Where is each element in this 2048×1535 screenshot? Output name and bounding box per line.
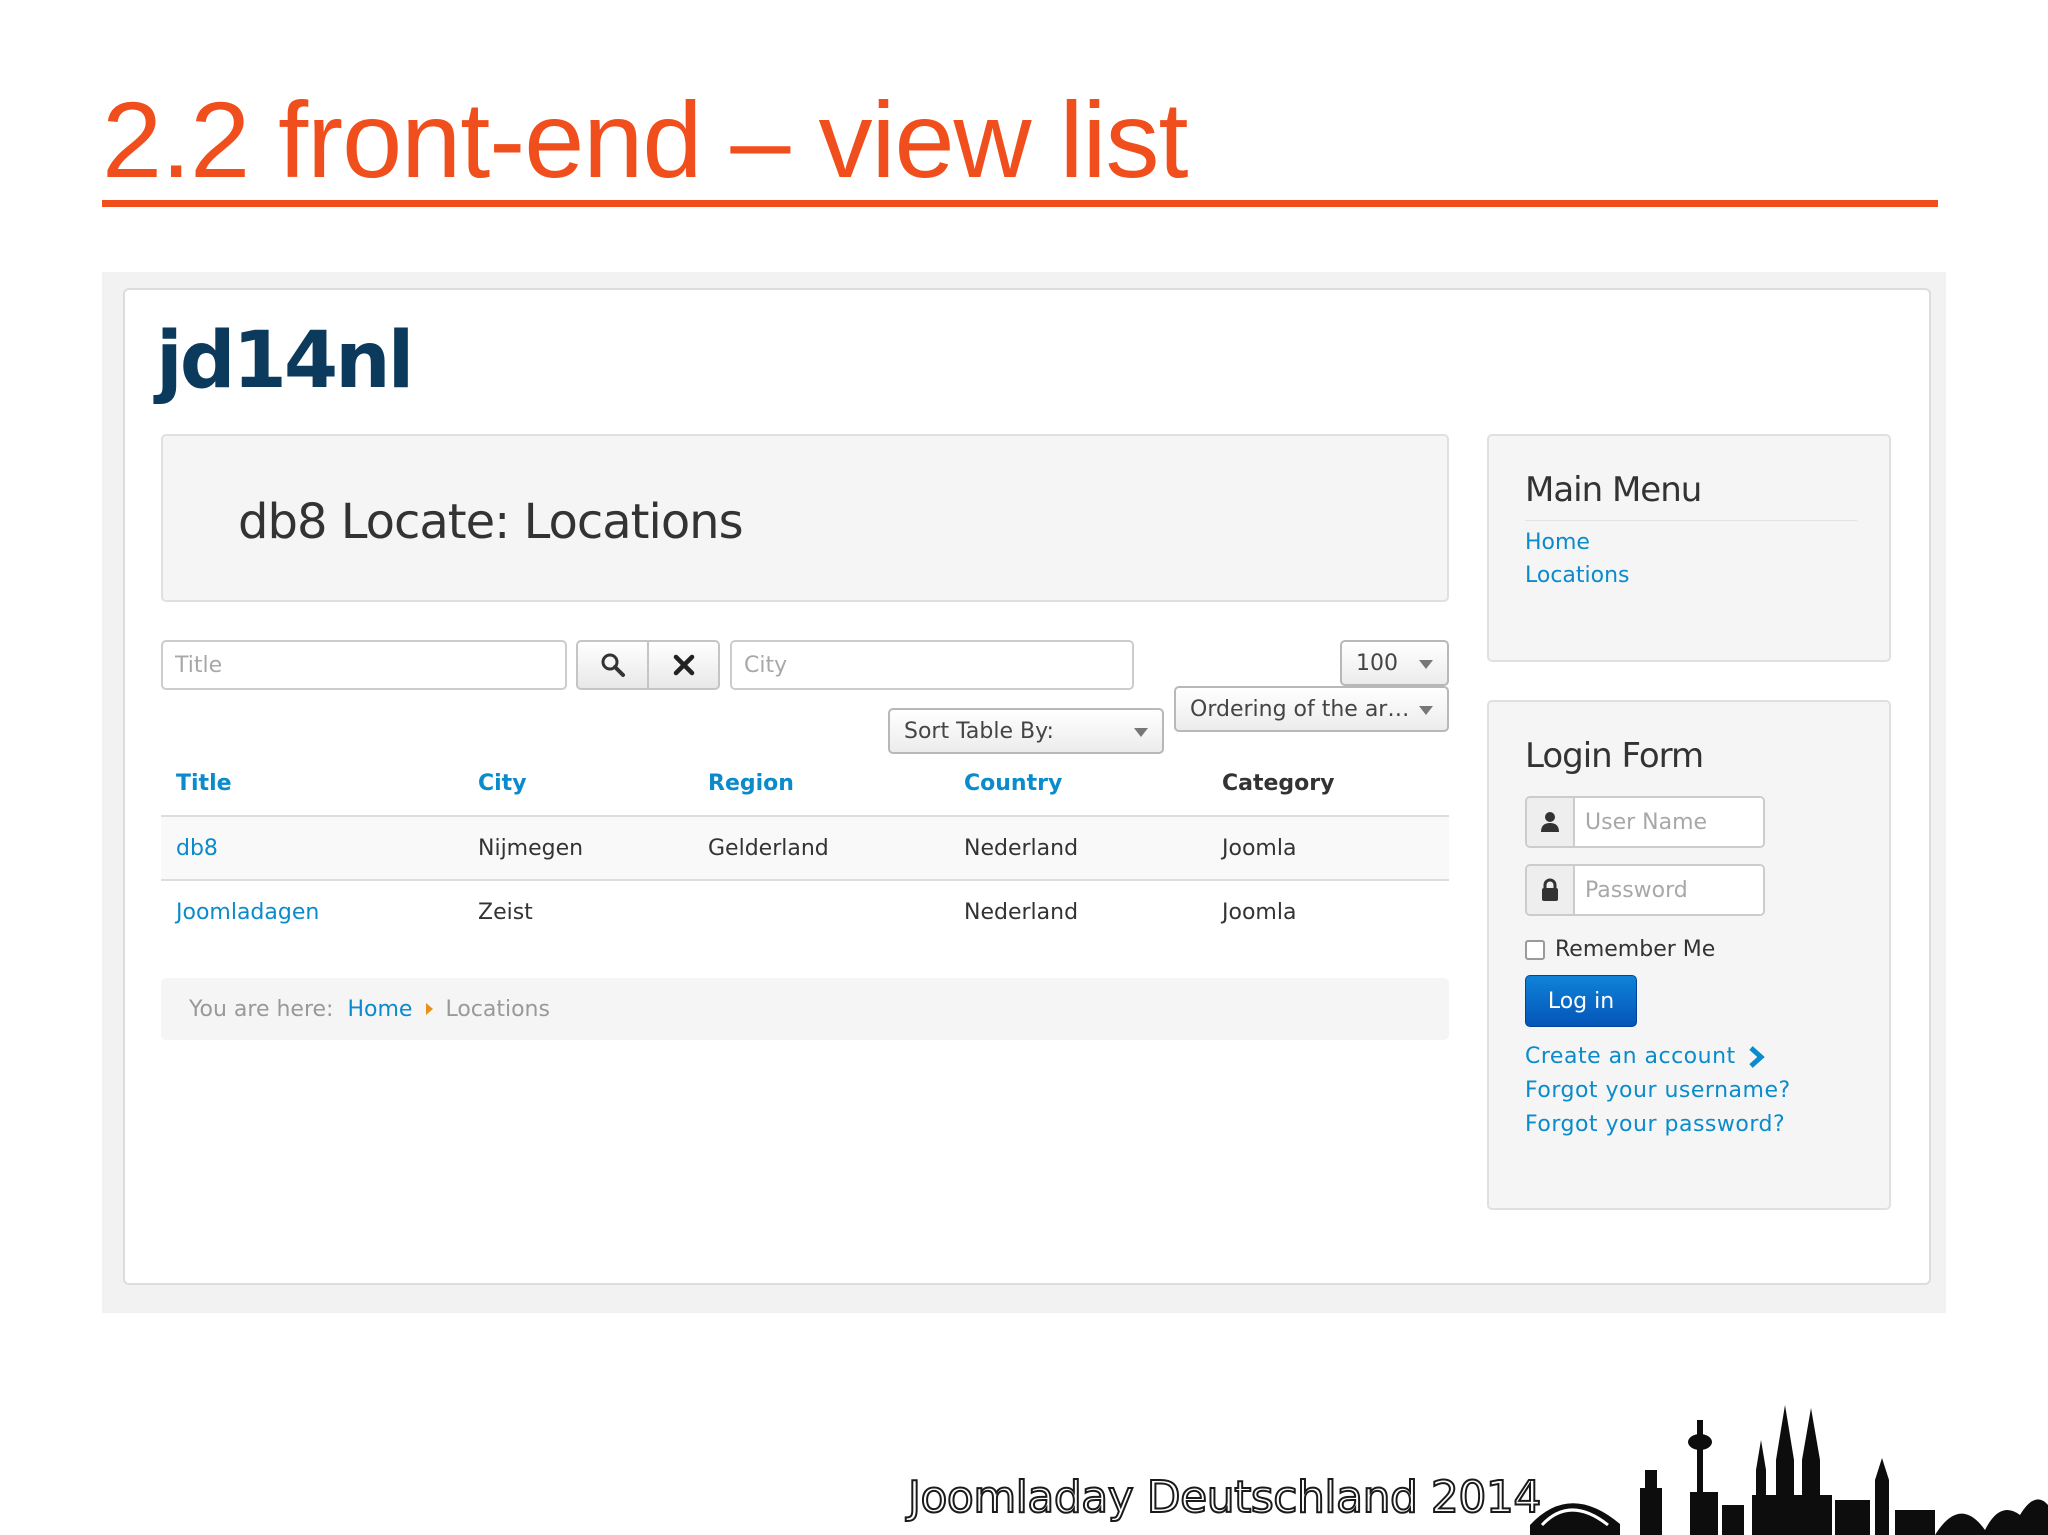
main-menu-title: Main Menu — [1525, 470, 1702, 510]
table-cell-region — [693, 880, 949, 944]
forgot-username-link[interactable]: Forgot your username? — [1525, 1078, 1791, 1103]
table-cell-category: Joomla — [1222, 900, 1297, 925]
sort-select[interactable]: Sort Table By: — [888, 708, 1164, 754]
cologne-skyline-silhouette — [1530, 1405, 2048, 1535]
password-field-group — [1525, 864, 1765, 916]
column-header-country[interactable]: Country — [949, 752, 1207, 817]
table-cell-country: Nederland — [949, 816, 1207, 881]
slide-title: 2.2 front-end – view list — [102, 79, 1189, 200]
table-row: Joomladagen Zeist Nederland Joomla — [161, 880, 1449, 944]
remember-me-label: Remember Me — [1555, 937, 1716, 962]
table-cell-country: Nederland — [964, 900, 1079, 925]
breadcrumb-arrow-icon — [426, 1003, 434, 1015]
limit-select[interactable]: 100 — [1340, 640, 1449, 686]
title-underline — [102, 200, 1938, 207]
table-header-row: Title City Region Country Category — [161, 752, 1449, 817]
login-form-module: Login Form Remember Me Log in Create an … — [1487, 700, 1891, 1210]
page-title: db8 Locate: Locations — [238, 494, 744, 550]
create-account-label: Create an account — [1525, 1044, 1736, 1069]
user-icon — [1527, 798, 1575, 846]
menu-item-locations[interactable]: Locations — [1525, 563, 1630, 588]
title-filter-input[interactable] — [161, 640, 567, 690]
breadcrumb-home-link[interactable]: Home — [347, 997, 412, 1022]
create-account-link[interactable]: Create an account — [1525, 1044, 1766, 1069]
login-button[interactable]: Log in — [1525, 975, 1637, 1027]
ordering-select[interactable]: Ordering of the ar… — [1174, 686, 1449, 732]
site-brand-logo[interactable]: jd14nl — [156, 322, 414, 400]
table-cell-category: Joomla — [1207, 816, 1449, 881]
page-header: db8 Locate: Locations — [161, 434, 1449, 602]
breadcrumb-prefix: You are here: — [189, 996, 334, 1022]
column-header-city[interactable]: City — [463, 752, 693, 817]
table-cell-city: Zeist — [478, 900, 533, 925]
column-header-region[interactable]: Region — [693, 752, 949, 817]
username-input[interactable] — [1575, 798, 1763, 846]
forgot-password-link[interactable]: Forgot your password? — [1525, 1112, 1785, 1137]
location-title-link[interactable]: db8 — [176, 836, 218, 861]
login-form-title: Login Form — [1525, 736, 1704, 776]
search-button-group — [576, 640, 720, 690]
footer-text: Joomladay Deutschland 2014 — [907, 1472, 1542, 1523]
city-filter-input[interactable] — [730, 640, 1134, 690]
remember-me-checkbox[interactable] — [1525, 939, 1545, 960]
table-row: db8 Nijmegen Gelderland Nederland Joomla — [161, 816, 1449, 881]
chevron-down-icon — [1134, 728, 1148, 737]
table-cell-region: Gelderland — [693, 816, 949, 881]
divider — [1525, 520, 1857, 521]
menu-item-home[interactable]: Home — [1525, 530, 1590, 555]
locations-table: Title City Region Country Category db8 N… — [161, 752, 1449, 944]
main-menu-module: Main Menu Home Locations — [1487, 434, 1891, 662]
sort-select-value: Sort Table By: — [904, 719, 1054, 744]
location-title-link[interactable]: Joomladagen — [176, 900, 319, 925]
table-cell-city: Nijmegen — [463, 816, 693, 881]
breadcrumb: You are here: Home Locations — [161, 978, 1449, 1040]
chevron-down-icon — [1419, 660, 1433, 669]
search-button[interactable] — [578, 642, 647, 688]
limit-select-value: 100 — [1356, 651, 1398, 676]
ordering-select-value: Ordering of the ar… — [1190, 697, 1410, 722]
chevron-down-icon — [1419, 706, 1433, 715]
clear-button[interactable] — [647, 642, 718, 688]
column-header-title[interactable]: Title — [161, 752, 463, 817]
search-icon — [601, 653, 625, 677]
lock-icon — [1527, 866, 1575, 914]
close-icon — [673, 654, 694, 676]
chevron-right-icon — [1748, 1045, 1765, 1068]
breadcrumb-current: Locations — [445, 996, 550, 1022]
remember-me[interactable]: Remember Me — [1525, 937, 1715, 962]
password-input[interactable] — [1575, 866, 1763, 914]
column-header-category: Category — [1207, 752, 1449, 817]
username-field-group — [1525, 796, 1765, 848]
